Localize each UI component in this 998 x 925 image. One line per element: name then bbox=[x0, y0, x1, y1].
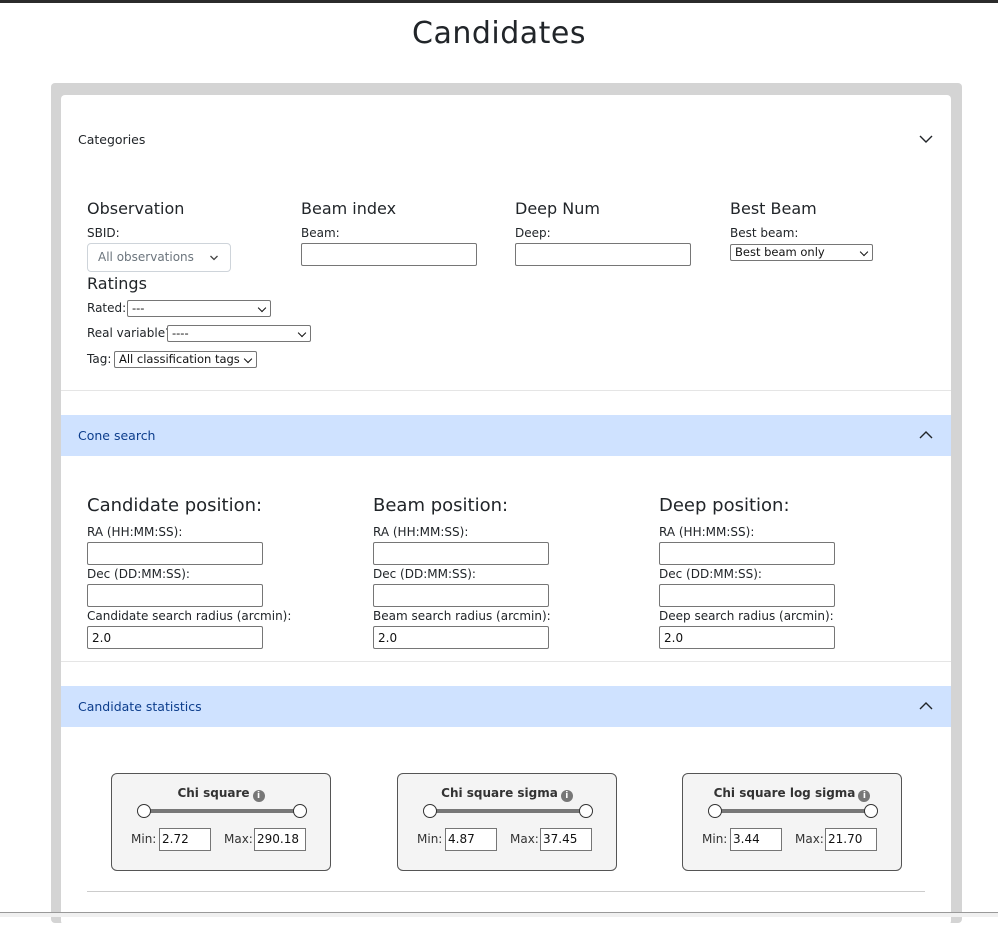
best-beam-heading: Best Beam bbox=[730, 199, 817, 218]
info-icon[interactable]: i bbox=[560, 790, 573, 802]
horizontal-scrollbar[interactable] bbox=[0, 912, 998, 917]
chi-square-title: Chi square bbox=[177, 786, 250, 800]
chevron-up-icon bbox=[919, 431, 933, 439]
deep-num-heading: Deep Num bbox=[515, 199, 600, 218]
beam-radius-input[interactable] bbox=[373, 626, 549, 649]
deep-dec-input[interactable] bbox=[659, 584, 835, 607]
chi-square-log-sigma-slider-box: Chi square log sigma i Min: 3.44 Max: 21.… bbox=[682, 773, 902, 871]
beam-index-heading: Beam index bbox=[301, 199, 397, 218]
chi-square-sigma-max-input[interactable]: 37.45 bbox=[540, 828, 592, 851]
deep-ra-input[interactable] bbox=[659, 542, 835, 565]
rated-label: Rated: bbox=[87, 301, 127, 315]
candidate-dec-input[interactable] bbox=[87, 584, 263, 607]
chi-square-log-sigma-title: Chi square log sigma bbox=[713, 786, 856, 800]
min-label: Min: bbox=[131, 832, 157, 846]
tag-label: Tag: bbox=[87, 352, 112, 366]
chi-square-sigma-min-input[interactable]: 4.87 bbox=[445, 828, 497, 851]
beam-dec-input[interactable] bbox=[373, 584, 549, 607]
candidate-position-heading: Candidate position: bbox=[87, 495, 263, 516]
beam-dec-label: Dec (DD:MM:SS): bbox=[373, 567, 476, 581]
sbid-select[interactable]: All observations bbox=[87, 243, 231, 272]
candidate-statistics-accordion-header[interactable]: Candidate statistics bbox=[61, 686, 951, 727]
candidate-statistics-header-label: Candidate statistics bbox=[78, 699, 202, 714]
min-label: Min: bbox=[702, 832, 728, 846]
real-variable-select[interactable]: ---- bbox=[167, 325, 311, 342]
observation-heading: Observation bbox=[87, 199, 185, 218]
best-beam-label: Best beam: bbox=[730, 226, 799, 240]
candidate-ra-label: RA (HH:MM:SS): bbox=[87, 525, 183, 539]
beam-ra-input[interactable] bbox=[373, 542, 549, 565]
page-title: Candidates bbox=[412, 16, 586, 51]
candidate-ra-input[interactable] bbox=[87, 542, 263, 565]
info-icon[interactable]: i bbox=[252, 790, 265, 802]
slider-max-handle[interactable] bbox=[864, 804, 878, 818]
cone-search-header-label: Cone search bbox=[78, 428, 156, 443]
deep-input[interactable] bbox=[515, 243, 691, 266]
slider-max-handle[interactable] bbox=[579, 804, 593, 818]
rated-select[interactable]: --- bbox=[127, 300, 271, 317]
deep-label: Deep: bbox=[515, 226, 551, 240]
chi-square-log-sigma-max-input[interactable]: 21.70 bbox=[825, 828, 877, 851]
real-variable-label: Real variable? bbox=[87, 326, 172, 340]
beam-radius-label: Beam search radius (arcmin): bbox=[373, 609, 551, 623]
slider-min-handle[interactable] bbox=[423, 804, 437, 818]
candidate-radius-input[interactable] bbox=[87, 626, 263, 649]
chevron-down-icon bbox=[919, 135, 933, 143]
slider-min-handle[interactable] bbox=[708, 804, 722, 818]
range-slider-track[interactable] bbox=[719, 809, 871, 813]
chi-square-sigma-title: Chi square sigma bbox=[441, 786, 558, 800]
candidate-dec-label: Dec (DD:MM:SS): bbox=[87, 567, 190, 581]
categories-accordion-header[interactable]: Categories bbox=[61, 119, 951, 160]
slider-min-handle[interactable] bbox=[137, 804, 151, 818]
max-label: Max: bbox=[795, 832, 824, 846]
chi-square-slider-box: Chi square i Min: 2.72 Max: 290.18 bbox=[111, 773, 331, 871]
chevron-up-icon bbox=[919, 702, 933, 710]
deep-radius-input[interactable] bbox=[659, 626, 835, 649]
chi-square-log-sigma-min-input[interactable]: 3.44 bbox=[730, 828, 782, 851]
beam-input[interactable] bbox=[301, 243, 477, 266]
candidate-radius-label: Candidate search radius (arcmin): bbox=[87, 609, 292, 623]
max-label: Max: bbox=[224, 832, 253, 846]
categories-header-label: Categories bbox=[78, 132, 146, 147]
deep-ra-label: RA (HH:MM:SS): bbox=[659, 525, 755, 539]
range-slider-track[interactable] bbox=[148, 809, 300, 813]
best-beam-select[interactable]: Best beam only bbox=[730, 244, 873, 261]
chevron-down-icon bbox=[210, 255, 218, 261]
beam-label: Beam: bbox=[301, 226, 340, 240]
tag-select[interactable]: All classification tags bbox=[114, 351, 257, 368]
section-divider bbox=[87, 891, 925, 892]
range-slider-track[interactable] bbox=[434, 809, 586, 813]
max-label: Max: bbox=[510, 832, 539, 846]
deep-radius-label: Deep search radius (arcmin): bbox=[659, 609, 834, 623]
ratings-heading: Ratings bbox=[87, 274, 147, 293]
info-icon[interactable]: i bbox=[858, 790, 871, 802]
cone-search-accordion-header[interactable]: Cone search bbox=[61, 415, 951, 456]
chi-square-max-input[interactable]: 290.18 bbox=[254, 828, 306, 851]
deep-dec-label: Dec (DD:MM:SS): bbox=[659, 567, 762, 581]
sbid-select-value: All observations bbox=[98, 250, 194, 264]
chi-square-min-input[interactable]: 2.72 bbox=[159, 828, 211, 851]
slider-max-handle[interactable] bbox=[293, 804, 307, 818]
section-divider bbox=[61, 390, 951, 391]
beam-ra-label: RA (HH:MM:SS): bbox=[373, 525, 469, 539]
beam-position-heading: Beam position: bbox=[373, 495, 509, 516]
sbid-label: SBID: bbox=[87, 226, 120, 240]
filter-panel-outer: Categories Observation SBID: All observa… bbox=[51, 83, 962, 925]
deep-position-heading: Deep position: bbox=[659, 495, 790, 516]
chi-square-sigma-slider-box: Chi square sigma i Min: 4.87 Max: 37.45 bbox=[397, 773, 617, 871]
min-label: Min: bbox=[417, 832, 443, 846]
filter-card: Categories Observation SBID: All observa… bbox=[61, 95, 951, 925]
section-divider bbox=[61, 661, 951, 662]
